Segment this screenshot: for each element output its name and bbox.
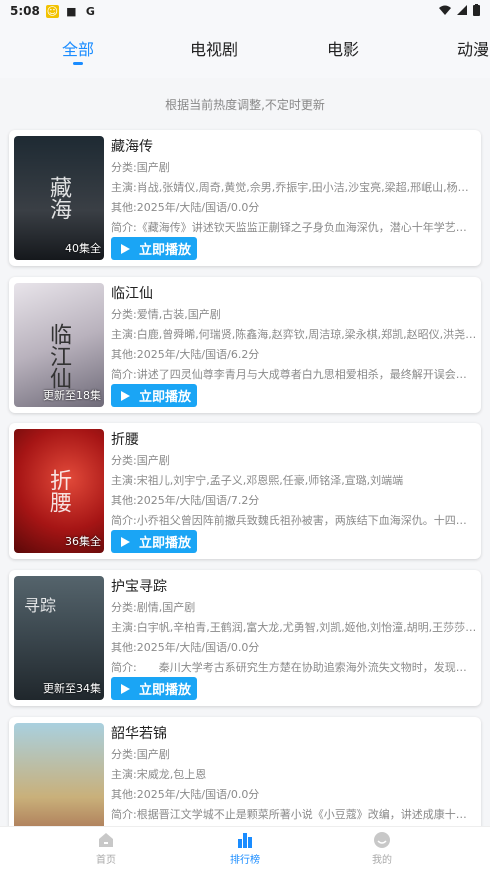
list-item[interactable]: 折腰 36集全 折腰 分类:国产剧 主演:宋祖儿,刘宇宁,孟子义,邓恩熙,任豪,…: [9, 423, 481, 559]
list-item[interactable]: 临江仙 更新至18集 临江仙 分类:爱情,古装,国产剧 主演:白鹿,曾舜晞,何瑞…: [9, 277, 481, 413]
item-description: 简介:小乔祖父曾因阵前撤兵致魏氏祖孙被害，两族结下血海深仇。十四年后: [111, 514, 477, 527]
active-tab-indicator: [73, 62, 83, 65]
list-item[interactable]: 寻踪 更新至34集 护宝寻踪 分类:剧情,国产剧 主演:白宇帆,辛柏青,王鹤润,…: [9, 570, 481, 706]
item-title: 藏海传: [111, 139, 153, 155]
poster-image: 折腰 36集全: [14, 429, 104, 553]
poster-image: 寻踪 更新至34集: [14, 576, 104, 700]
poster-title-art: 藏海: [46, 176, 71, 220]
ranking-icon: [238, 833, 252, 848]
episode-badge: 36集全: [65, 535, 101, 548]
play-icon: [121, 683, 130, 694]
item-category: 分类:国产剧: [111, 748, 170, 761]
item-title: 折腰: [111, 432, 139, 448]
play-icon: [121, 536, 130, 547]
tab-anime[interactable]: 动漫: [457, 36, 489, 60]
play-icon: [121, 243, 130, 254]
item-other: 其他:2025年/大陆/国语/0.0分: [111, 788, 260, 801]
poster-image: 临江仙 更新至18集: [14, 283, 104, 407]
poster-image: 藏海 40集全: [14, 136, 104, 260]
item-category: 分类:国产剧: [111, 161, 170, 174]
play-icon: [121, 390, 130, 401]
battery-icon: [473, 4, 480, 16]
ranking-notice: 根据当前热度调整,不定时更新: [165, 98, 325, 112]
status-bar: 5:08 ☺ ■ G: [0, 0, 490, 22]
item-other: 其他:2025年/大陆/国语/6.2分: [111, 348, 260, 361]
notification-app-icon: ☺: [45, 4, 59, 18]
tab-movies[interactable]: 电影: [327, 36, 359, 60]
item-category: 分类:剧情,国产剧: [111, 601, 196, 614]
item-cast: 主演:肖战,张婧仪,周奇,黄觉,佘男,乔振宇,田小洁,沙宝亮,梁超,邢岷山,杨雨…: [111, 181, 477, 194]
play-now-button[interactable]: 立即播放: [111, 237, 197, 260]
item-other: 其他:2025年/大陆/国语/0.0分: [111, 201, 260, 214]
item-other: 其他:2025年/大陆/国语/0.0分: [111, 641, 260, 654]
google-icon: G: [85, 4, 95, 18]
nav-home[interactable]: 首页: [66, 831, 146, 866]
item-description: 简介:根据晋江文学城不止是颗菜所著小说《小豆蔻》改编，讲述成康十一年: [111, 808, 477, 821]
play-now-button[interactable]: 立即播放: [111, 677, 197, 700]
play-now-button[interactable]: 立即播放: [111, 530, 197, 553]
tab-tv-series[interactable]: 电视剧: [190, 36, 238, 60]
episode-badge: 更新至34集: [43, 682, 101, 695]
item-cast: 主演:白宇帆,辛柏青,王鹤润,富大龙,尤勇智,刘凯,姬他,刘怡潼,胡明,王莎莎,…: [111, 621, 477, 634]
item-title: 临江仙: [111, 286, 153, 302]
item-cast: 主演:白鹿,曾舜晞,何瑞贤,陈鑫海,赵弈钦,周洁琼,梁永棋,郑凯,赵昭仪,洪尧,…: [111, 328, 477, 341]
item-cast: 主演:宋威龙,包上恩: [111, 768, 207, 781]
item-other: 其他:2025年/大陆/国语/7.2分: [111, 494, 260, 507]
nav-profile[interactable]: 我的: [342, 831, 422, 866]
profile-icon: [374, 832, 390, 848]
list-item[interactable]: 藏海 40集全 藏海传 分类:国产剧 主演:肖战,张婧仪,周奇,黄觉,佘男,乔振…: [9, 130, 481, 266]
tab-all[interactable]: 全部: [62, 36, 94, 60]
android-icon: ■: [66, 4, 77, 18]
bottom-nav: 首页 排行榜 我的: [0, 826, 490, 871]
item-description: 简介:《藏海传》讲述钦天监监正蒯铎之子身负血海深仇，潜心十年学艺，化: [111, 221, 477, 234]
item-description: 简介:讲述了四灵仙尊李青月与大成尊者白九思相爱相杀，最终解开误会，共: [111, 368, 477, 381]
play-now-button[interactable]: 立即播放: [111, 384, 197, 407]
poster-title-art: 临江仙: [46, 323, 71, 389]
item-description: 简介: 秦川大学考古系研究生方楚在协助追索海外流失文物时，发现白鹿: [111, 661, 477, 674]
category-tabs: 全部 电视剧 电影 动漫: [0, 22, 490, 78]
item-title: 韶华若锦: [111, 726, 167, 742]
episode-badge: 40集全: [65, 242, 101, 255]
nav-ranking[interactable]: 排行榜: [205, 831, 285, 866]
item-cast: 主演:宋祖儿,刘宇宁,孟子义,邓恩熙,任豪,师铭泽,宣璐,刘端端: [111, 474, 404, 487]
item-category: 分类:国产剧: [111, 454, 170, 467]
episode-badge: 更新至18集: [43, 389, 101, 402]
poster-title-art: 寻踪: [24, 596, 57, 615]
poster-title-art: 折腰: [46, 469, 71, 513]
item-title: 护宝寻踪: [111, 579, 167, 595]
signal-icon: [457, 5, 467, 15]
status-time: 5:08: [10, 4, 40, 18]
item-category: 分类:爱情,古装,国产剧: [111, 308, 221, 321]
home-icon: [99, 833, 113, 847]
wifi-icon: [439, 5, 451, 15]
